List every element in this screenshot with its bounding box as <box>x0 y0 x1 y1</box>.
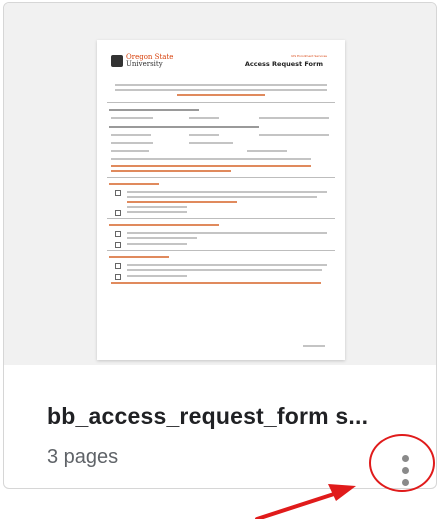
document-preview-page: Oregon State University UIS Enrollment S… <box>97 40 345 360</box>
osu-logo: Oregon State University <box>111 54 173 68</box>
page-count: 3 pages <box>47 446 119 468</box>
document-thumbnail[interactable]: Oregon State University UIS Enrollment S… <box>4 3 436 365</box>
document-title[interactable]: bb_access_request_form s... <box>47 403 417 430</box>
logo-line-2: University <box>126 60 163 68</box>
osu-logo-mark <box>111 55 123 67</box>
form-title: Access Request Form <box>244 60 323 68</box>
document-card[interactable]: Oregon State University UIS Enrollment S… <box>3 2 437 489</box>
more-options-button[interactable] <box>371 440 435 492</box>
department-label: UIS Enrollment Services <box>291 54 327 58</box>
